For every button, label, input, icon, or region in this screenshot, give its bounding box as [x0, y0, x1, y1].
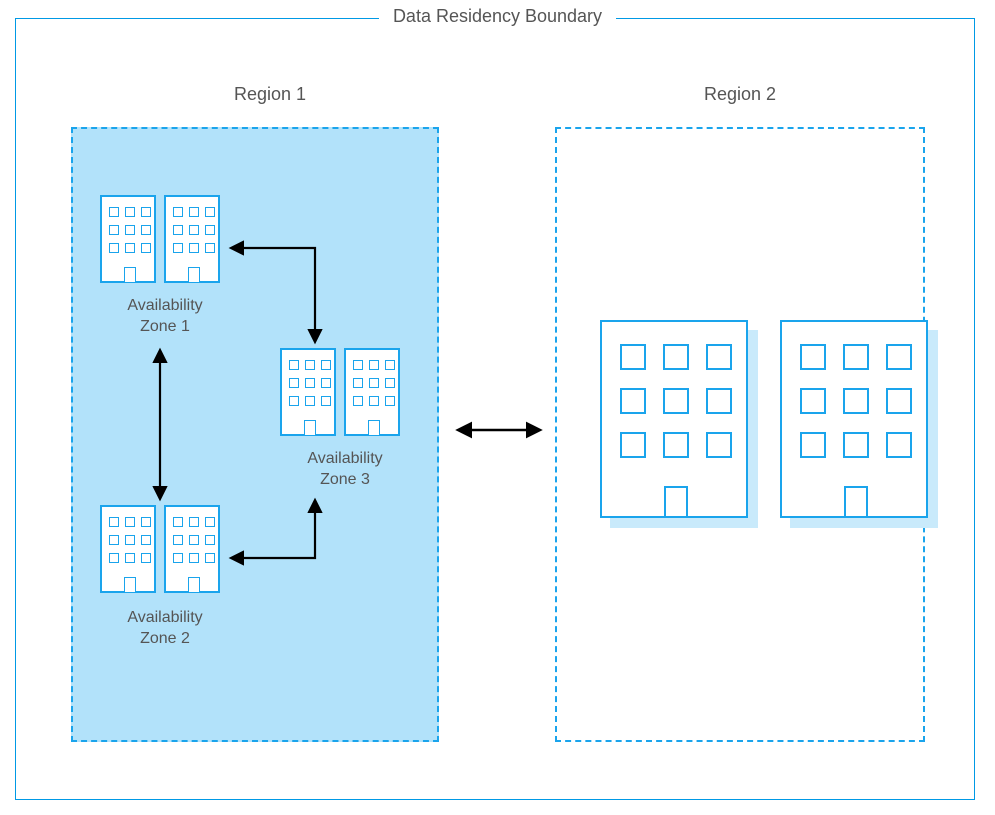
datacenter-building-icon: [344, 348, 400, 436]
region-2-title: Region 2: [680, 84, 800, 105]
datacenter-building-icon: [100, 195, 156, 283]
datacenter-building-large-icon: [780, 320, 928, 518]
region-1-title: Region 1: [210, 84, 330, 105]
datacenter-building-icon: [164, 195, 220, 283]
availability-zone-2-icon: [100, 505, 224, 597]
datacenter-building-icon: [100, 505, 156, 593]
diagram-canvas: Data Residency Boundary Region 1 Region …: [0, 0, 995, 815]
boundary-title: Data Residency Boundary: [379, 6, 616, 27]
boundary-title-wrap: Data Residency Boundary: [0, 6, 995, 27]
datacenter-building-icon: [164, 505, 220, 593]
availability-zone-3-label: Availability Zone 3: [280, 449, 410, 491]
availability-zone-3-icon: [280, 348, 404, 440]
datacenter-building-large-icon: [600, 320, 748, 518]
region-2-buildings-icon: [600, 320, 940, 530]
availability-zone-1-label: Availability Zone 1: [100, 296, 230, 338]
availability-zone-1-icon: [100, 195, 224, 287]
availability-zone-2-label: Availability Zone 2: [100, 608, 230, 650]
datacenter-building-icon: [280, 348, 336, 436]
